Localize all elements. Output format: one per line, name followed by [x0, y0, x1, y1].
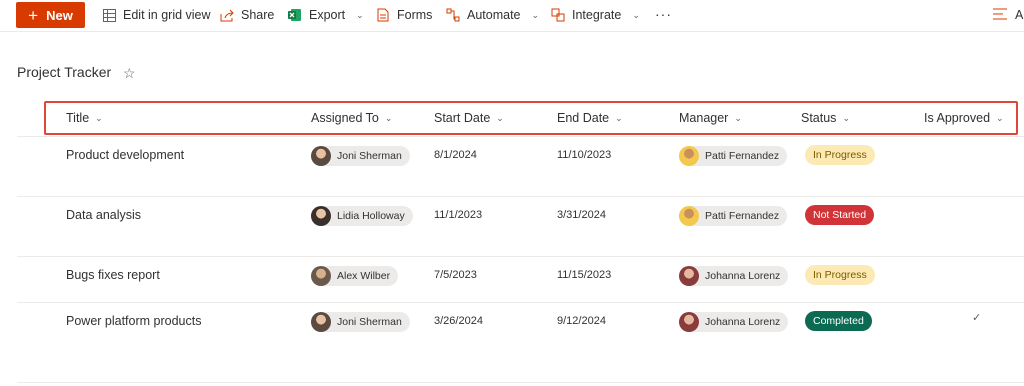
share-button[interactable]: Share — [220, 0, 274, 30]
avatar — [311, 266, 331, 286]
persona-name: Johanna Lorenz — [705, 316, 781, 328]
automate-label: Automate — [467, 8, 521, 22]
avatar — [679, 146, 699, 166]
row-title[interactable]: Data analysis — [66, 208, 141, 222]
flow-icon — [446, 8, 460, 22]
manager-persona[interactable]: Patti Fernandez — [679, 146, 788, 166]
list-view-icon — [993, 8, 1007, 23]
persona-name: Lidia Holloway — [337, 210, 405, 222]
forms-icon — [376, 8, 390, 22]
row-title[interactable]: Product development — [66, 148, 184, 162]
persona-name: Patti Fernandez — [705, 150, 780, 162]
page-title: Project Tracker — [17, 64, 112, 80]
edit-grid-view-label: Edit in grid view — [123, 8, 211, 22]
more-options-button[interactable]: ··· — [655, 6, 672, 22]
persona-name: Joni Sherman — [337, 150, 402, 162]
chevron-down-icon: ⌄ — [632, 9, 640, 20]
automate-button[interactable]: Automate ⌄ — [446, 0, 539, 30]
header-highlight-box — [44, 101, 1018, 135]
avatar — [679, 312, 699, 332]
row-divider — [17, 196, 1024, 197]
forms-button[interactable]: Forms — [376, 0, 432, 30]
avatar — [311, 206, 331, 226]
row-divider — [17, 256, 1024, 257]
integrate-icon — [551, 8, 565, 22]
favorite-star-icon[interactable]: ☆ — [123, 65, 136, 82]
start-date-cell: 3/26/2024 — [434, 315, 483, 327]
plus-icon: + — [28, 5, 39, 25]
status-badge: In Progress — [805, 145, 875, 165]
assigned-to-persona[interactable]: Alex Wilber — [311, 266, 399, 286]
avatar — [311, 146, 331, 166]
end-date-cell: 3/31/2024 — [557, 209, 606, 221]
assigned-to-persona[interactable]: Lidia Holloway — [311, 206, 413, 226]
export-button[interactable]: Export ⌄ — [288, 0, 364, 30]
export-label: Export — [309, 8, 346, 22]
header-divider — [17, 136, 1024, 137]
manager-persona[interactable]: Patti Fernandez — [679, 206, 788, 226]
avatar — [679, 266, 699, 286]
start-date-cell: 11/1/2023 — [434, 209, 483, 221]
start-date-cell: 8/1/2024 — [434, 149, 477, 161]
persona-name: Johanna Lorenz — [705, 270, 781, 282]
start-date-cell: 7/5/2023 — [434, 269, 477, 281]
assigned-to-persona[interactable]: Joni Sherman — [311, 146, 410, 166]
persona-name: Joni Sherman — [337, 316, 402, 328]
row-title[interactable]: Power platform products — [66, 314, 201, 328]
status-badge: Not Started — [805, 205, 875, 225]
integrate-label: Integrate — [572, 8, 622, 22]
edit-grid-view-button[interactable]: Edit in grid view — [102, 0, 211, 30]
approved-check-icon: ✓ — [972, 312, 982, 324]
end-date-cell: 11/15/2023 — [557, 269, 612, 281]
chevron-down-icon: ⌄ — [356, 9, 364, 20]
end-date-cell: 9/12/2024 — [557, 315, 606, 327]
manager-persona[interactable]: Johanna Lorenz — [679, 312, 789, 332]
grid-icon — [102, 8, 116, 22]
new-button-label: New — [46, 7, 73, 23]
view-label: Al — [1015, 8, 1024, 22]
end-date-cell: 11/10/2023 — [557, 149, 612, 161]
row-title[interactable]: Bugs fixes report — [66, 268, 160, 282]
row-divider — [17, 302, 1024, 303]
manager-persona[interactable]: Johanna Lorenz — [679, 266, 789, 286]
share-label: Share — [241, 8, 275, 22]
command-bar: + New Edit in grid view Share Export ⌄ F… — [0, 0, 1024, 32]
avatar — [679, 206, 699, 226]
forms-label: Forms — [397, 8, 433, 22]
persona-name: Patti Fernandez — [705, 210, 780, 222]
status-badge: Completed — [805, 311, 872, 331]
avatar — [311, 312, 331, 332]
persona-name: Alex Wilber — [337, 270, 391, 282]
assigned-to-persona[interactable]: Joni Sherman — [311, 312, 410, 332]
row-divider — [17, 382, 1024, 383]
chevron-down-icon: ⌄ — [531, 9, 540, 20]
excel-icon — [288, 8, 302, 22]
new-button[interactable]: + New — [16, 2, 85, 28]
share-icon — [220, 8, 234, 22]
integrate-button[interactable]: Integrate ⌄ — [551, 0, 640, 30]
view-switcher[interactable]: Al — [993, 0, 1024, 30]
status-badge: In Progress — [805, 265, 875, 285]
